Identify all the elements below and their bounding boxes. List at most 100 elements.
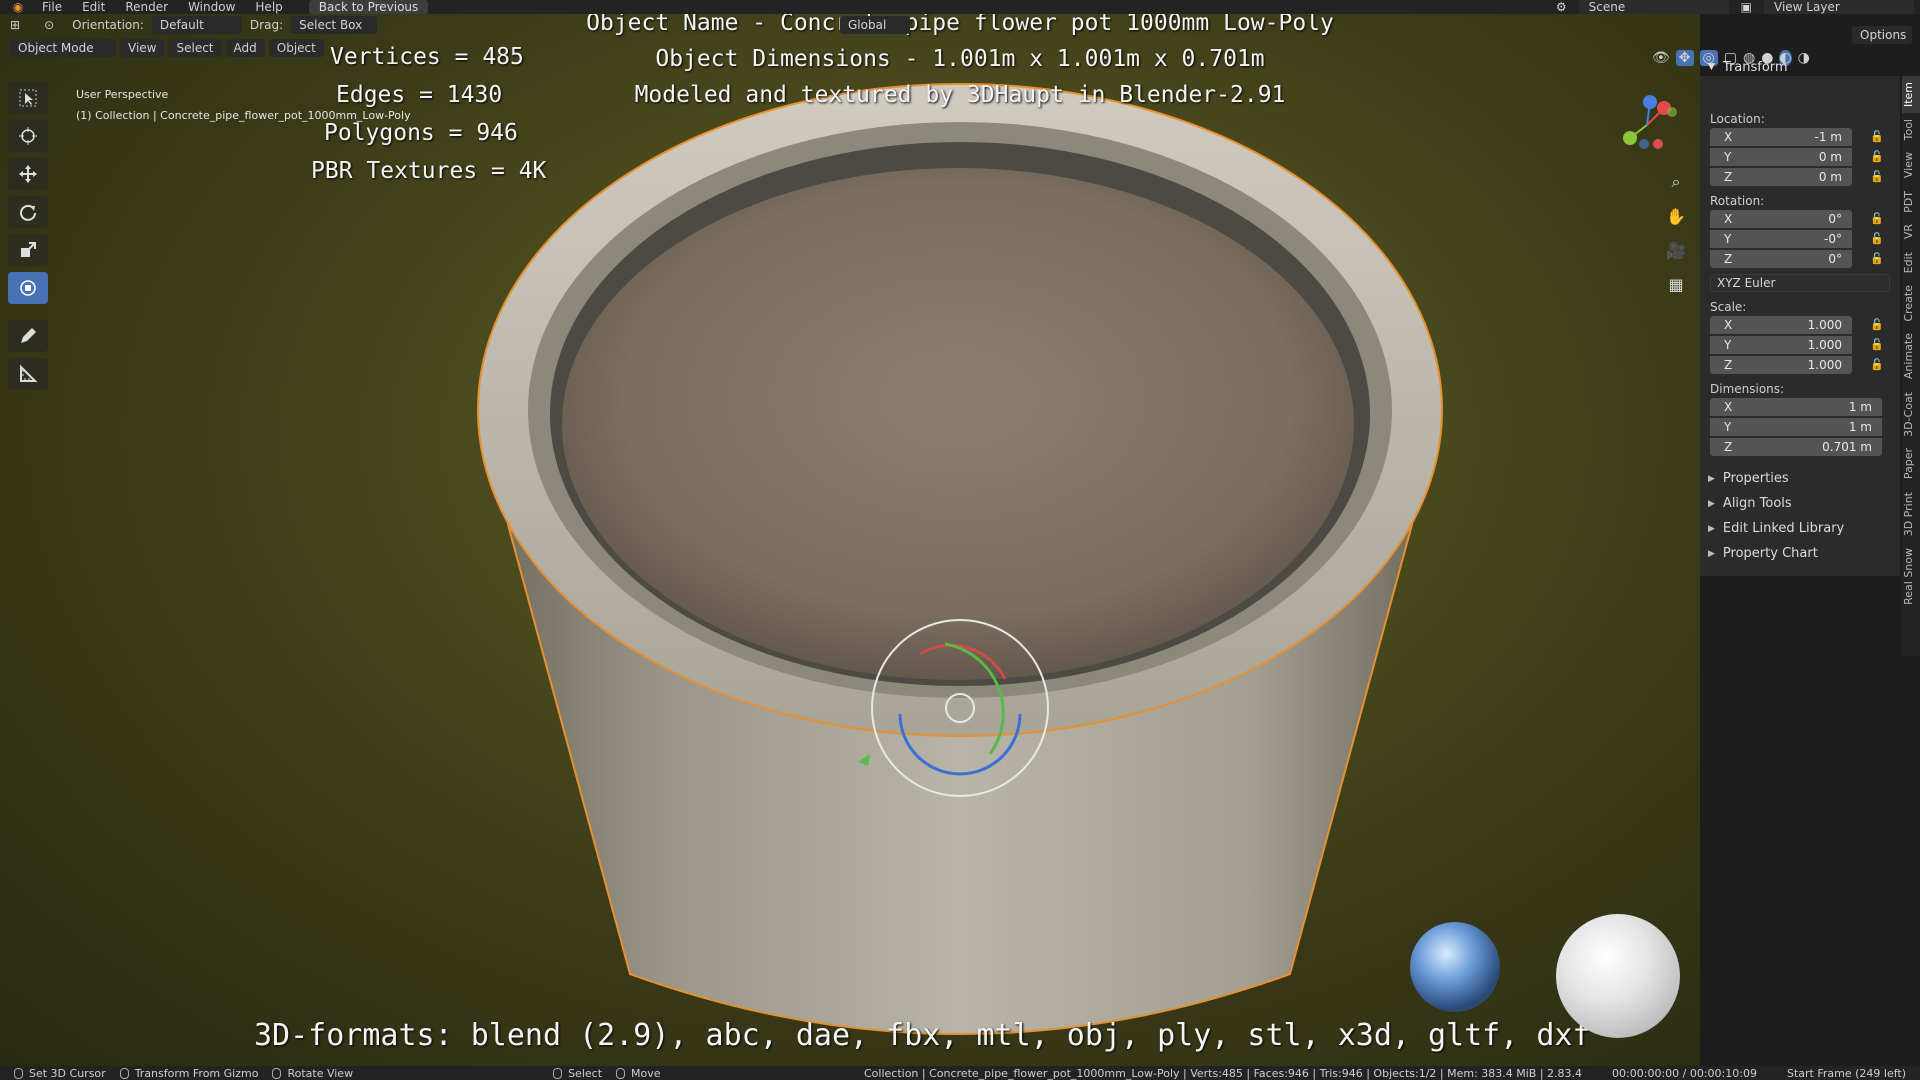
dimensions-z-field[interactable]: Z 0.701 m: [1710, 438, 1882, 456]
transform-panel-header[interactable]: ▼ Transform: [1700, 56, 1788, 78]
object-mode-dropdown[interactable]: Object Mode: [10, 39, 116, 57]
collapsed-triangle-icon: ▶: [1708, 498, 1715, 509]
field-value: -1 m: [1814, 130, 1842, 144]
gizmo-toggle-icon[interactable]: ✥: [1675, 50, 1694, 66]
scale-tool[interactable]: [8, 234, 48, 266]
scene-stats: Collection | Concrete_pipe_flower_pot_10…: [863, 1066, 1583, 1080]
tab-animate[interactable]: Animate: [1902, 327, 1920, 385]
menu-window[interactable]: Window: [178, 0, 245, 14]
status-transform-gizmo: Transform From Gizmo: [119, 1066, 259, 1080]
tab-real-snow[interactable]: Real Snow: [1902, 542, 1920, 611]
status-text: Transform From Gizmo: [134, 1066, 259, 1080]
hdri-preview-sphere: [1410, 922, 1500, 1012]
edit-linked-library-panel[interactable]: ▶ Edit Linked Library: [1700, 516, 1900, 541]
scale-z-field[interactable]: Z 1.000 🔓: [1710, 356, 1884, 374]
scale-x-field[interactable]: X 1.000 🔓: [1710, 316, 1884, 334]
pot-model[interactable]: [0, 14, 1700, 1066]
tab-create[interactable]: Create: [1902, 279, 1920, 328]
tab-view[interactable]: View: [1902, 146, 1920, 184]
rotation-z-field[interactable]: Z 0° 🔓: [1710, 250, 1884, 268]
tab-3d-coat[interactable]: 3D-Coat: [1902, 386, 1920, 443]
annotate-tool[interactable]: [8, 320, 48, 352]
field-value: 0 m: [1818, 150, 1842, 164]
tab-3d-print[interactable]: 3D Print: [1902, 486, 1920, 542]
mouse-drag-icon: [119, 1067, 129, 1079]
transform-tool[interactable]: [8, 272, 48, 304]
field-value: 1 m: [1848, 420, 1872, 434]
object-menu[interactable]: Object: [268, 39, 324, 57]
zoom-icon[interactable]: ⌕: [1662, 170, 1690, 194]
panel-label: Edit Linked Library: [1722, 521, 1845, 536]
add-menu[interactable]: Add: [225, 39, 265, 57]
navigation-gizmo[interactable]: [1612, 90, 1682, 160]
rendered-shading-icon[interactable]: ◑: [1798, 50, 1810, 66]
property-chart-panel[interactable]: ▶ Property Chart: [1700, 541, 1900, 566]
rotation-mode-dropdown[interactable]: XYZ Euler: [1710, 274, 1890, 292]
lock-icon[interactable]: 🔓: [1870, 338, 1884, 351]
select-box-tool[interactable]: [8, 82, 48, 114]
properties-panel[interactable]: ▶ Properties: [1700, 466, 1900, 491]
camera-view-icon[interactable]: 🎥: [1662, 238, 1690, 262]
menu-edit[interactable]: Edit: [72, 0, 115, 14]
timecode: 00:00:00:00 / 00:00:10:09: [1612, 1066, 1757, 1080]
tab-vr[interactable]: VR: [1902, 218, 1920, 245]
tab-paper[interactable]: Paper: [1902, 442, 1920, 485]
dimensions-x-field[interactable]: X 1 m: [1710, 398, 1882, 416]
grid-perspective-icon[interactable]: ▦: [1662, 272, 1690, 296]
orientation-dropdown[interactable]: Default: [151, 16, 242, 34]
axis-label: X: [1724, 212, 1733, 226]
lock-icon[interactable]: 🔓: [1870, 252, 1884, 265]
options-dropdown[interactable]: Options: [1852, 26, 1912, 44]
n-sidebar: ▼ Transform Location: X -1 m 🔓 Y 0 m 🔓 Z 0 m 🔓…: [1700, 60, 1900, 576]
collapsed-triangle-icon: ▶: [1708, 473, 1715, 484]
rotation-y-field[interactable]: Y -0° 🔓: [1710, 230, 1884, 248]
field-value: 0.701 m: [1822, 440, 1872, 454]
location-z-field[interactable]: Z 0 m 🔓: [1710, 168, 1884, 186]
3d-viewport[interactable]: [0, 14, 1700, 1066]
location-x-field[interactable]: X -1 m 🔓: [1710, 128, 1884, 146]
menu-file[interactable]: File: [32, 0, 72, 14]
select-menu[interactable]: Select: [168, 39, 222, 57]
location-y-field[interactable]: Y 0 m 🔓: [1710, 148, 1884, 166]
tab-pdt[interactable]: PDT: [1902, 185, 1920, 219]
back-to-previous-button[interactable]: Back to Previous: [308, 0, 429, 14]
measure-tool[interactable]: [8, 358, 48, 390]
view-menu[interactable]: View: [120, 39, 165, 57]
view-layer-icon[interactable]: ▣: [1741, 0, 1752, 14]
lock-icon[interactable]: 🔓: [1870, 150, 1884, 163]
lock-icon[interactable]: 🔓: [1870, 232, 1884, 245]
scene-icon[interactable]: ⚙: [1556, 0, 1567, 14]
rotation-x-field[interactable]: X 0° 🔓: [1710, 210, 1884, 228]
align-tools-panel[interactable]: ▶ Align Tools: [1700, 491, 1900, 516]
scale-y-field[interactable]: Y 1.000 🔓: [1710, 336, 1884, 354]
lock-icon[interactable]: 🔓: [1870, 212, 1884, 225]
transform-orientation-dropdown[interactable]: Global: [840, 16, 910, 34]
tab-tool[interactable]: Tool: [1902, 113, 1920, 146]
scene-field[interactable]: Scene: [1578, 0, 1729, 14]
editor-type-icon[interactable]: ⊞: [10, 18, 20, 32]
move-arrows-icon: [19, 165, 37, 183]
axis-label: X: [1724, 318, 1733, 332]
menu-help[interactable]: Help: [245, 0, 292, 14]
lock-icon[interactable]: 🔓: [1870, 130, 1884, 143]
lock-icon[interactable]: 🔓: [1870, 358, 1884, 371]
move-tool[interactable]: [8, 158, 48, 190]
field-value: 1.000: [1807, 358, 1842, 372]
menu-render[interactable]: Render: [115, 0, 178, 14]
pan-hand-icon[interactable]: ✋: [1662, 204, 1690, 228]
active-tool-icon[interactable]: ⊙: [44, 18, 54, 32]
tab-edit[interactable]: Edit: [1902, 246, 1920, 279]
tab-item[interactable]: Item: [1902, 76, 1920, 114]
cursor-tool[interactable]: [8, 120, 48, 152]
visibility-icon[interactable]: 👁: [1652, 50, 1670, 66]
pencil-icon: [21, 328, 36, 343]
expand-triangle-icon: ▼: [1708, 62, 1715, 72]
formats-overlay: 3D-formats: blend (2.9), abc, dae, fbx, …: [254, 1018, 1591, 1053]
blender-logo-icon[interactable]: ◉: [10, 0, 26, 14]
view-layer-field[interactable]: View Layer: [1764, 0, 1914, 14]
rotate-tool[interactable]: [8, 196, 48, 228]
drag-dropdown[interactable]: Select Box: [291, 16, 378, 34]
lock-icon[interactable]: 🔓: [1870, 318, 1884, 331]
lock-icon[interactable]: 🔓: [1870, 170, 1884, 183]
dimensions-y-field[interactable]: Y 1 m: [1710, 418, 1882, 436]
